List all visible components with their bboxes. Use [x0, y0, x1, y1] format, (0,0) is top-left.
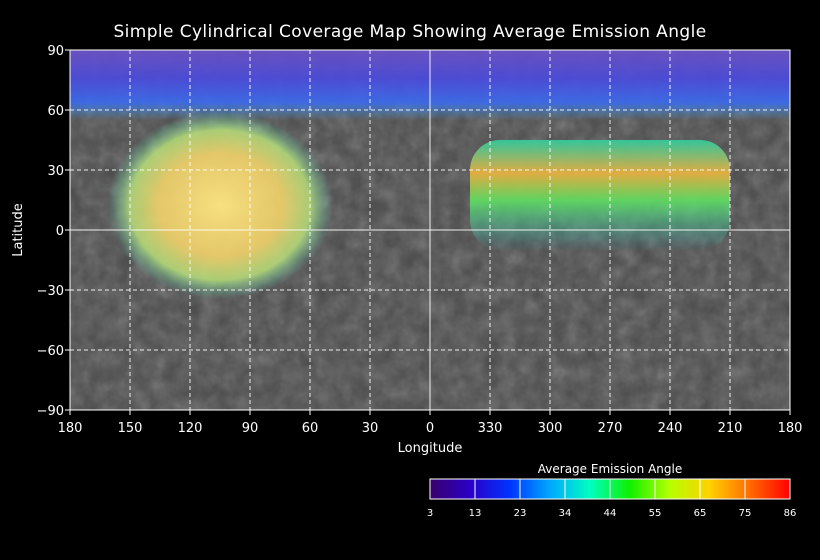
x-axis: 180 150 120 90 60 30 0 330 300 270 240 210 180	[58, 410, 803, 436]
colorbar-tick-label: 65	[694, 508, 707, 519]
colorbar-tick-label: 55	[649, 508, 662, 519]
y-axis: 90 60 30 0 −30 −60 −90	[37, 44, 70, 419]
colorbar-tick-label: 3	[427, 508, 433, 519]
x-tick-label: 90	[242, 421, 259, 436]
colorbar-tick-label: 34	[559, 508, 572, 519]
y-tick-label: −30	[37, 284, 64, 299]
colorbar-tick-label: 13	[469, 508, 482, 519]
x-axis-title: Longitude	[398, 441, 463, 456]
x-tick-label: 180	[58, 421, 83, 436]
x-tick-label: 0	[426, 421, 434, 436]
x-tick-label: 60	[302, 421, 319, 436]
x-tick-label: 150	[118, 421, 143, 436]
y-axis-title: Latitude	[11, 203, 26, 257]
y-tick-label: 90	[47, 44, 64, 59]
colorbar-tick-label: 86	[784, 508, 797, 519]
coverage-map: 180 150 120 90 60 30 0 330 300 270 240 210 180 90603…	[11, 44, 803, 519]
colorbar-tick-label: 44	[604, 508, 617, 519]
colorbar-tick-label: 75	[739, 508, 752, 519]
y-tick-label: 30	[47, 164, 64, 179]
x-tick-label: 30	[362, 421, 379, 436]
y-tick-label: 60	[47, 104, 64, 119]
y-tick-label: 0	[56, 224, 64, 239]
colorbar-tick-label: 23	[514, 508, 527, 519]
coverage-western-yellow-blob	[107, 111, 333, 299]
x-tick-label: 300	[538, 421, 563, 436]
x-tick-label: 330	[478, 421, 503, 436]
colorbar: Average Emission Angle 3 13 23 34 44 55 65 75 86	[427, 462, 797, 519]
x-tick-label: 210	[718, 421, 743, 436]
x-tick-label: 180	[778, 421, 803, 436]
x-tick-label: 270	[598, 421, 623, 436]
x-tick-label: 240	[658, 421, 683, 436]
coverage-eastern-rainbow-band	[470, 140, 730, 250]
y-tick-label: −90	[37, 404, 64, 419]
map-plot-area	[69, 49, 791, 411]
y-tick-label: −60	[37, 344, 64, 359]
x-tick-label: 120	[178, 421, 203, 436]
colorbar-title: Average Emission Angle	[538, 462, 682, 476]
